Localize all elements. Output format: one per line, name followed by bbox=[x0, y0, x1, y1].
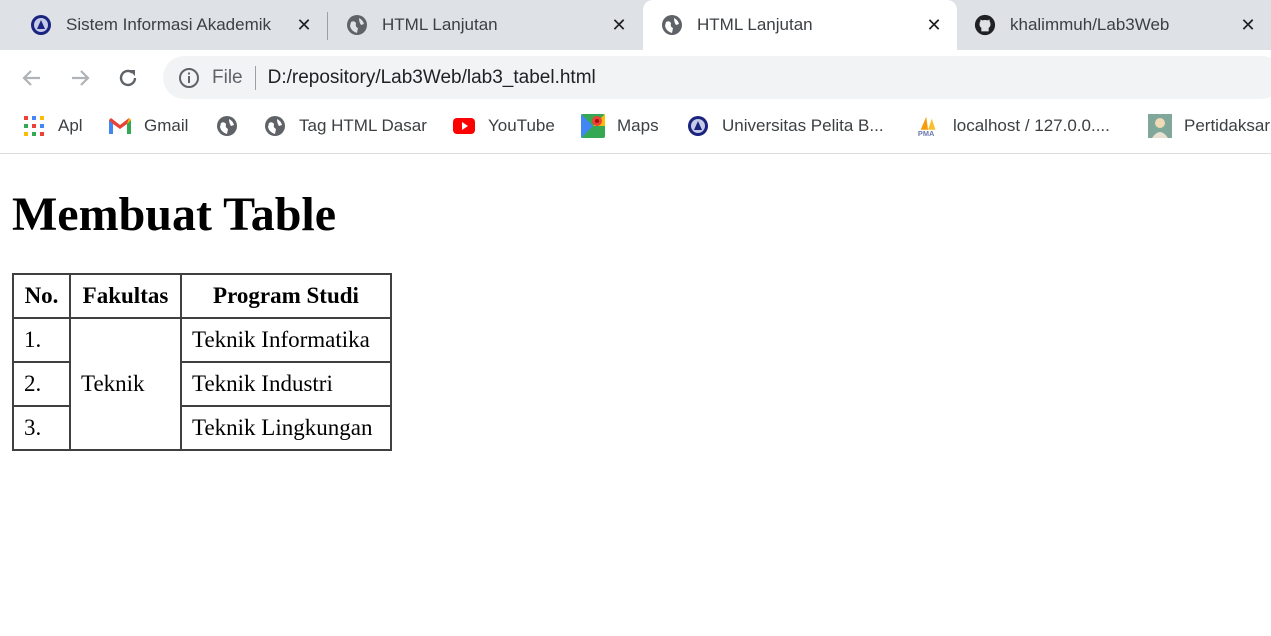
back-button[interactable] bbox=[16, 62, 48, 94]
bookmarks-bar: Apl Gmail Tag HTML Dasar YouTube Maps Un… bbox=[0, 105, 1271, 154]
bookmark-label: Gmail bbox=[144, 116, 189, 135]
tab-github-lab3web[interactable]: khalimmuh/Lab3Web ✕ bbox=[958, 0, 1271, 50]
table-row: 2. Teknik Industri bbox=[12, 361, 392, 407]
url-text[interactable]: D:/repository/Lab3Web/lab3_tabel.html bbox=[268, 67, 596, 89]
tab-sistem-informasi[interactable]: Sistem Informasi Akademik ✕ bbox=[0, 0, 327, 50]
tab-html-lanjutan-active[interactable]: HTML Lanjutan ✕ bbox=[643, 0, 957, 50]
table-row: 1. Teknik Teknik Informatika bbox=[12, 317, 392, 451]
faculty-table: No. Fakultas Program Studi 1. Teknik Tek… bbox=[12, 273, 392, 451]
cell-program-studi: Teknik Industri bbox=[180, 361, 392, 407]
tab-html-lanjutan-1[interactable]: HTML Lanjutan ✕ bbox=[328, 0, 642, 50]
tab-title: HTML Lanjutan bbox=[382, 15, 498, 34]
svg-text:PMA: PMA bbox=[918, 129, 935, 138]
close-icon[interactable]: ✕ bbox=[608, 14, 630, 36]
github-icon bbox=[974, 14, 996, 36]
bookmark-pertidaksamaan[interactable]: Pertidaksar bbox=[1148, 105, 1270, 147]
browser-toolbar: File D:/repository/Lab3Web/lab3_tabel.ht… bbox=[0, 50, 1271, 105]
university-seal-icon bbox=[686, 114, 710, 138]
bookmark-label: Maps bbox=[617, 116, 659, 135]
tab-title: HTML Lanjutan bbox=[697, 15, 813, 34]
bookmark-label: Tag HTML Dasar bbox=[299, 116, 427, 135]
table-row: 3. Teknik Lingkungan bbox=[12, 405, 392, 451]
bookmark-label: Universitas Pelita B... bbox=[722, 116, 884, 135]
globe-icon bbox=[215, 114, 239, 138]
cell-no: 3. bbox=[12, 405, 71, 451]
globe-icon bbox=[263, 114, 287, 138]
bookmark-tag-html-dasar[interactable]: Tag HTML Dasar bbox=[263, 105, 427, 147]
gmail-icon bbox=[108, 114, 132, 138]
cell-no: 1. bbox=[12, 317, 71, 363]
close-icon[interactable]: ✕ bbox=[1237, 14, 1259, 36]
page-title: Membuat Table bbox=[12, 188, 337, 241]
globe-icon bbox=[346, 14, 368, 36]
table-header-row: No. Fakultas Program Studi bbox=[12, 273, 392, 319]
bookmark-maps[interactable]: Maps bbox=[581, 105, 659, 147]
back-arrow-icon bbox=[22, 70, 40, 86]
bookmark-apps[interactable]: Apl bbox=[22, 105, 83, 147]
bookmark-label: YouTube bbox=[488, 116, 555, 135]
cell-fakultas: Teknik bbox=[69, 317, 182, 451]
forward-button[interactable] bbox=[64, 62, 96, 94]
tab-title: khalimmuh/Lab3Web bbox=[1010, 15, 1170, 34]
bookmark-globe[interactable] bbox=[215, 105, 251, 147]
bookmark-youtube[interactable]: YouTube bbox=[452, 105, 555, 147]
column-header-program-studi: Program Studi bbox=[180, 273, 392, 319]
globe-icon bbox=[661, 14, 683, 36]
bookmark-label: Apl bbox=[58, 116, 83, 135]
tab-strip: Sistem Informasi Akademik ✕ HTML Lanjuta… bbox=[0, 0, 1271, 50]
cell-program-studi: Teknik Informatika bbox=[180, 317, 392, 363]
cell-no: 2. bbox=[12, 361, 71, 407]
omnibox-divider bbox=[254, 65, 256, 90]
youtube-icon bbox=[452, 114, 476, 138]
tab-title: Sistem Informasi Akademik bbox=[66, 15, 272, 34]
column-header-no: No. bbox=[12, 273, 71, 319]
address-bar[interactable]: File D:/repository/Lab3Web/lab3_tabel.ht… bbox=[163, 56, 1271, 99]
file-scheme-label: File bbox=[212, 66, 243, 88]
bookmark-label: Pertidaksar bbox=[1184, 116, 1270, 135]
cell-program-studi: Teknik Lingkungan bbox=[180, 405, 392, 451]
close-icon[interactable]: ✕ bbox=[923, 14, 945, 36]
bookmark-gmail[interactable]: Gmail bbox=[108, 105, 188, 147]
page-content: Membuat Table No. Fakultas Program Studi… bbox=[0, 154, 1271, 636]
reload-icon bbox=[119, 69, 137, 87]
column-header-fakultas: Fakultas bbox=[69, 273, 182, 319]
reload-button[interactable] bbox=[112, 62, 144, 94]
avatar-icon bbox=[1148, 114, 1172, 138]
bookmark-universitas-pelita[interactable]: Universitas Pelita B... bbox=[686, 105, 884, 147]
close-icon[interactable]: ✕ bbox=[293, 14, 315, 36]
forward-arrow-icon bbox=[72, 70, 90, 86]
phpmyadmin-icon: PMA bbox=[917, 114, 941, 138]
maps-icon bbox=[581, 114, 605, 138]
bookmark-localhost[interactable]: PMA localhost / 127.0.0.... bbox=[917, 105, 1110, 147]
apps-grid-icon bbox=[22, 114, 46, 138]
university-seal-icon bbox=[30, 14, 52, 36]
info-icon[interactable] bbox=[177, 66, 201, 90]
bookmark-label: localhost / 127.0.0.... bbox=[953, 116, 1110, 135]
